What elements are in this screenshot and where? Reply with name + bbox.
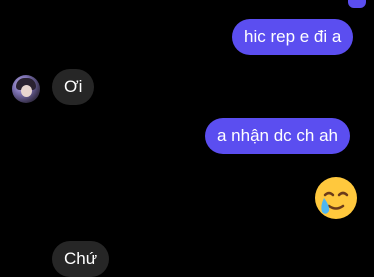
previous-message-bubble-edge <box>348 0 366 8</box>
contact-avatar[interactable] <box>12 75 40 103</box>
message-text: Chứ <box>64 249 98 268</box>
outgoing-message-bubble[interactable]: a nhận dc ch ah <box>205 118 350 154</box>
message-text: hic rep e đi a <box>244 27 342 46</box>
outgoing-message-bubble[interactable]: hic rep e đi a <box>232 19 354 55</box>
incoming-message-bubble[interactable]: Chứ <box>52 241 110 277</box>
face-holding-back-tears-emoji-icon[interactable] <box>312 174 360 222</box>
message-text: a nhận dc ch ah <box>217 126 338 145</box>
emoji-face <box>315 177 357 219</box>
incoming-message-bubble[interactable]: Ơi <box>52 69 95 105</box>
chat-thread: hic rep e đi a Ơi a nhận dc ch ah Chứ <box>0 0 374 277</box>
message-text: Ơi <box>64 77 83 96</box>
avatar-face <box>21 85 32 97</box>
